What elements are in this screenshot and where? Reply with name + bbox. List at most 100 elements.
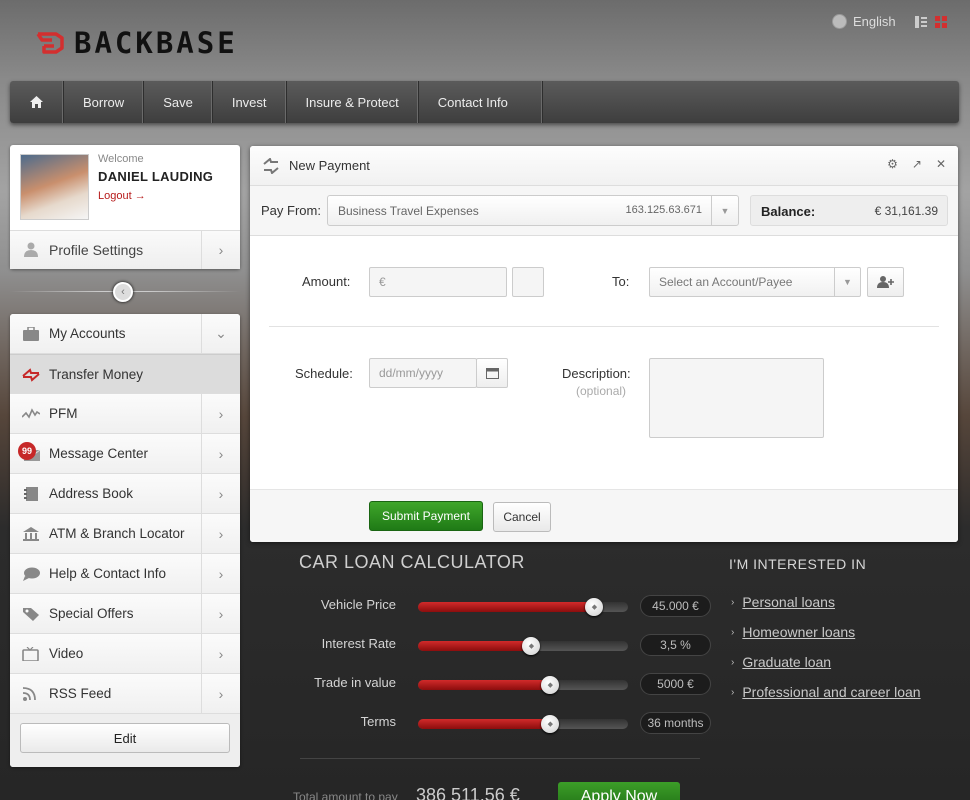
slider-track[interactable]: ◆: [418, 715, 628, 733]
slider-fill: [418, 719, 551, 729]
submit-payment-button[interactable]: Submit Payment: [369, 501, 483, 531]
schedule-input[interactable]: dd/mm/yyyy: [369, 358, 477, 388]
chevron-right-icon: ›: [201, 634, 240, 673]
edit-button[interactable]: Edit: [20, 723, 230, 753]
sidebar-item-message-center[interactable]: 99 Message Center ›: [10, 434, 240, 474]
interest-link[interactable]: Personal loans: [742, 594, 835, 624]
chevron-right-icon: ›: [731, 597, 735, 608]
sidebar-item-help-contact[interactable]: Help & Contact Info ›: [10, 554, 240, 594]
message-count-badge: 99: [18, 442, 36, 460]
interest-link[interactable]: Professional and career loan: [742, 684, 920, 714]
address-book-icon: [24, 487, 38, 501]
slider-track[interactable]: ◆: [418, 676, 628, 694]
list-item[interactable]: › Graduate loan: [731, 654, 921, 684]
chevron-right-icon: ›: [201, 554, 240, 593]
calc-row-label: Trade in value: [314, 675, 396, 690]
payee-select[interactable]: Select an Account/Payee ▼: [649, 267, 861, 297]
sidebar-item-pfm[interactable]: PFM ›: [10, 394, 240, 434]
list-item[interactable]: › Personal loans: [731, 594, 921, 624]
pay-from-bar: Pay From: Business Travel Expenses 163.1…: [250, 186, 958, 236]
calc-row-value[interactable]: 45.000 €: [640, 595, 711, 617]
sidebar-item-atm-branch-locator[interactable]: ATM & Branch Locator ›: [10, 514, 240, 554]
calc-row-value[interactable]: 5000 €: [640, 673, 711, 695]
add-user-icon: [876, 276, 894, 288]
slider-handle[interactable]: ◆: [585, 598, 604, 616]
sidebar-item-label: Address Book: [49, 486, 134, 501]
maximize-icon[interactable]: ↗: [912, 157, 922, 171]
sidebar-item-special-offers[interactable]: Special Offers ›: [10, 594, 240, 634]
amount-label: Amount:: [302, 274, 351, 289]
list-item[interactable]: › Homeowner loans: [731, 624, 921, 654]
close-icon[interactable]: ✕: [936, 157, 946, 171]
interest-link[interactable]: Graduate loan: [742, 654, 831, 684]
slider-handle[interactable]: ◆: [541, 715, 560, 733]
add-payee-button[interactable]: [867, 267, 904, 297]
cancel-button[interactable]: Cancel: [493, 502, 551, 532]
sidebar-item-label: Message Center: [49, 446, 149, 461]
slider-handle[interactable]: ◆: [522, 637, 541, 655]
profile-settings-item[interactable]: Profile Settings ›: [10, 230, 240, 269]
list-item[interactable]: › Professional and career loan: [731, 684, 921, 714]
sidebar-item-label: Special Offers: [49, 606, 134, 621]
sidebar-item-label: My Accounts: [49, 326, 126, 341]
nav-borrow[interactable]: Borrow: [64, 81, 145, 123]
widget-header: New Payment ⚙ ↗ ✕: [250, 146, 958, 186]
language-selector[interactable]: English: [832, 14, 896, 29]
nav-save[interactable]: Save: [144, 81, 213, 123]
bank-icon: [23, 527, 39, 541]
main-nav: Borrow Save Invest Insure & Protect Cont…: [10, 81, 959, 123]
calc-row-trade-in-value: Trade in value ◆ 5000 €: [300, 673, 720, 695]
interest-links: › Personal loans › Homeowner loans › Gradua…: [731, 594, 921, 714]
sidebar-item-address-book[interactable]: Address Book ›: [10, 474, 240, 514]
nav-contact-info[interactable]: Contact Info: [419, 81, 543, 123]
sidebar-item-label: RSS Feed: [49, 686, 112, 701]
balance-label: Balance:: [761, 204, 816, 219]
amount-decimal-input[interactable]: [512, 267, 544, 297]
sidebar-item-my-accounts[interactable]: My Accounts ⌄: [10, 314, 240, 354]
calc-row-terms: Terms ◆ 36 months: [300, 712, 720, 734]
apply-now-button[interactable]: Apply Now: [558, 782, 680, 800]
nav-insure-protect[interactable]: Insure & Protect: [287, 81, 419, 123]
calendar-icon: [485, 368, 499, 379]
sidebar-item-rss-feed[interactable]: RSS Feed ›: [10, 674, 240, 714]
sidebar-item-transfer-money[interactable]: Transfer Money: [10, 354, 240, 394]
calc-row-value[interactable]: 36 months: [640, 712, 711, 734]
account-name: Business Travel Expenses: [338, 204, 479, 218]
grid-view-icon[interactable]: [935, 16, 947, 28]
slider-handle[interactable]: ◆: [541, 676, 560, 694]
chevron-right-icon: ›: [201, 434, 240, 473]
chevron-right-icon: ›: [731, 627, 735, 638]
calc-row-value[interactable]: 3,5 %: [640, 634, 711, 656]
sidebar-item-video[interactable]: Video ›: [10, 634, 240, 674]
gear-icon[interactable]: ⚙: [887, 157, 898, 171]
widget-footer: Submit Payment Cancel: [250, 489, 958, 542]
brand-name: BACKBASE: [74, 26, 238, 60]
slider-track[interactable]: ◆: [418, 637, 628, 655]
slider-track[interactable]: ◆: [418, 598, 628, 616]
slider-fill: [418, 602, 595, 612]
amount-input[interactable]: €: [369, 267, 507, 297]
profile-settings-label: Profile Settings: [49, 242, 144, 258]
calendar-button[interactable]: [476, 358, 508, 388]
user-name: DANIEL LAUDING: [98, 169, 214, 184]
calc-row-interest-rate: Interest Rate ◆ 3,5 %: [300, 634, 720, 656]
sidebar-item-label: Video: [49, 646, 84, 661]
pay-from-label: Pay From:: [261, 203, 321, 218]
list-view-icon[interactable]: [915, 16, 927, 28]
balance-value: € 31,161.39: [874, 204, 938, 218]
logout-link[interactable]: Logout →: [98, 190, 146, 202]
chevron-right-icon: ›: [201, 514, 240, 553]
nav-invest[interactable]: Invest: [213, 81, 287, 123]
chevron-down-icon: ▼: [834, 268, 860, 296]
sidebar-menu: My Accounts ⌄ Transfer Money PFM › 99 Me…: [10, 314, 240, 767]
interest-link[interactable]: Homeowner loans: [742, 624, 855, 654]
avatar[interactable]: [20, 154, 89, 220]
nav-home[interactable]: [10, 81, 64, 123]
description-textarea[interactable]: [649, 358, 824, 438]
pay-from-select[interactable]: Business Travel Expenses 163.125.63.671 …: [327, 195, 739, 226]
transfer-icon: [263, 158, 279, 174]
brand-logo[interactable]: BACKBASE: [36, 26, 238, 60]
activity-icon: [22, 408, 40, 419]
collapse-toggle-icon[interactable]: ‹: [113, 282, 133, 302]
home-icon: [30, 96, 43, 108]
